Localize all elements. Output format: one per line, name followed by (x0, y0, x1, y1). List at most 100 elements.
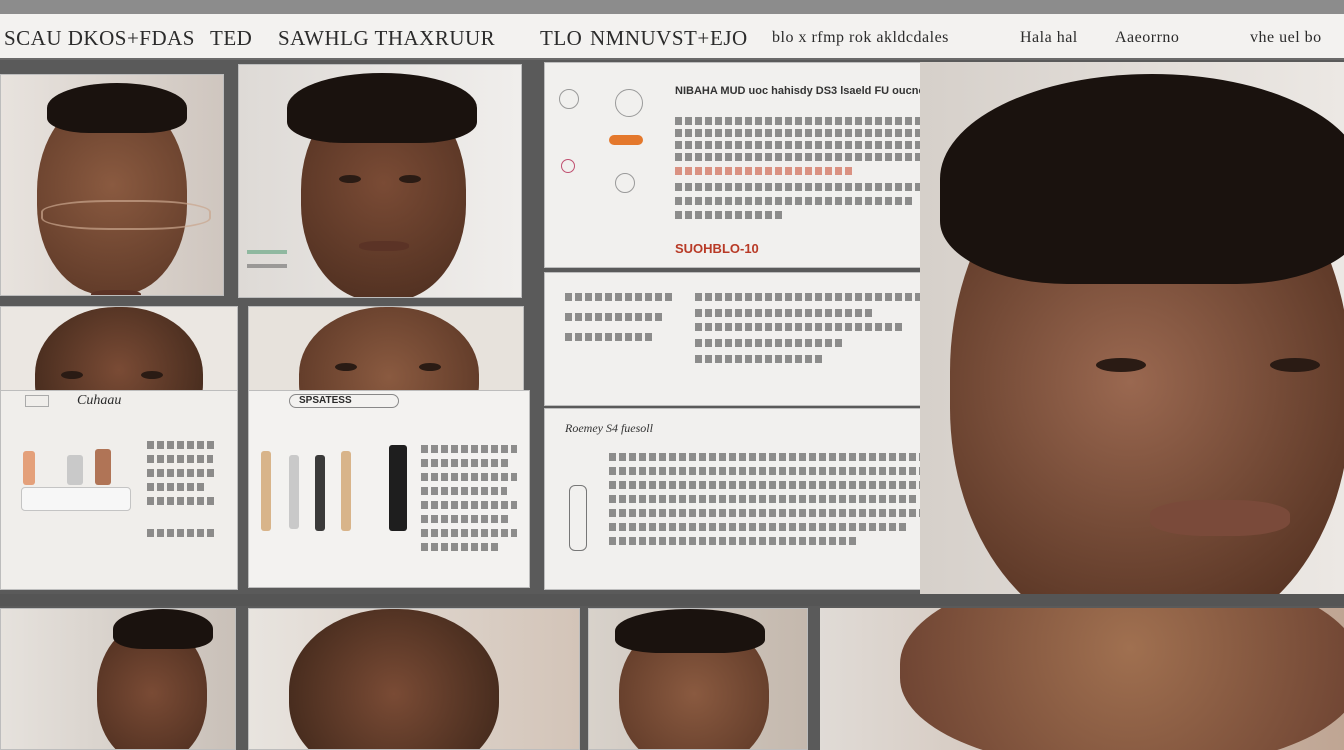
text-line (695, 323, 905, 331)
text-line (147, 497, 215, 505)
bottle-icon (341, 451, 351, 531)
bottle-icon (389, 445, 407, 531)
diagram-icon (615, 89, 643, 117)
text-line (147, 469, 217, 477)
text-line (675, 117, 945, 125)
text-line (675, 183, 925, 191)
text-line (421, 487, 507, 495)
text-line (675, 211, 785, 219)
text-line (147, 529, 215, 537)
text-line (421, 445, 517, 453)
eye-right (1270, 358, 1320, 372)
doc-highlight: SUOHBLO-10 (675, 241, 759, 256)
bottle-icon (261, 451, 271, 531)
mouth-1 (91, 290, 141, 295)
text-line (675, 197, 915, 205)
bottle-icon (67, 455, 83, 485)
photo-panel-1[interactable] (0, 74, 224, 296)
eye-left (61, 371, 83, 379)
text-line (675, 153, 925, 161)
text-line (565, 313, 665, 321)
doc-top-heading: NIBAHA MUD uoc hahisdy DS3 lsaeld FU ouc… (675, 85, 948, 97)
diagram-icon (615, 173, 635, 193)
text-line (147, 441, 217, 449)
tray-icon (21, 487, 131, 511)
diagram-icon (561, 159, 575, 173)
panel-caption: Cuhaau (77, 393, 122, 408)
hair-2 (287, 73, 477, 143)
checkbox-icon[interactable] (25, 395, 49, 407)
divider (0, 594, 1344, 606)
text-line (609, 481, 939, 489)
highlight-line (675, 167, 855, 175)
bottle-icon (23, 451, 35, 485)
text-line (421, 459, 511, 467)
eye-left (339, 175, 361, 183)
text-line (421, 515, 511, 523)
photo-panel-4[interactable] (248, 306, 524, 392)
hair-large (940, 74, 1344, 284)
hair-5 (113, 609, 213, 649)
face-mask-overlay (41, 200, 211, 230)
text-line (421, 529, 517, 537)
text-line (675, 129, 935, 137)
tab-1[interactable]: SCAU DKOS+FDAS (4, 26, 195, 51)
photo-panel-2[interactable] (238, 64, 522, 298)
tab-8[interactable]: Hala hal (1020, 29, 1078, 47)
text-line (609, 537, 859, 545)
photo-panel-3[interactable] (0, 306, 238, 392)
bottle-icon (95, 449, 111, 485)
doc-panel-top[interactable]: NIBAHA MUD uoc hahisdy DS3 lsaeld FU ouc… (544, 62, 948, 268)
product-notes (147, 441, 227, 541)
tab-7[interactable]: blo x rfmp rok akldcdales (772, 29, 949, 47)
text-line (147, 455, 213, 463)
bottle-icon (289, 455, 299, 529)
tab-strip: SCAU DKOS+FDAS TED SAWHLG THAXRUUR TLO N… (0, 18, 1344, 58)
eye-right (399, 175, 421, 183)
text-line (695, 355, 825, 363)
bottle-icon (315, 455, 325, 531)
mouth-2 (359, 241, 409, 251)
tab-9[interactable]: Aaeorrno (1115, 29, 1179, 47)
tab-6[interactable]: EJO (710, 26, 748, 51)
text-line (609, 495, 919, 503)
tab-10[interactable]: vhe uel bo (1250, 29, 1322, 47)
photo-panel-5[interactable] (0, 608, 236, 750)
photo-panel-8[interactable] (820, 608, 1344, 750)
text-line (675, 141, 940, 149)
text-line (695, 293, 935, 301)
text-line (565, 333, 655, 341)
photo-panel-large[interactable] (920, 62, 1344, 594)
tab-5[interactable]: NMNUVST+ (590, 26, 710, 51)
text-line (565, 293, 675, 301)
eye-left (1096, 358, 1146, 372)
top-bar: SCAU DKOS+FDAS TED SAWHLG THAXRUUR TLO N… (0, 0, 1344, 60)
text-line (609, 509, 939, 517)
photo-panel-7[interactable] (588, 608, 808, 750)
product-panel-2[interactable]: SPSATESS (248, 390, 530, 588)
eye-right (419, 363, 441, 371)
diagram-icon (559, 89, 579, 109)
hair-7 (615, 609, 765, 653)
tab-3[interactable]: SAWHLG THAXRUUR (278, 26, 495, 51)
photo-panel-6[interactable] (248, 608, 580, 750)
text-line (609, 467, 929, 475)
doc-panel-bottom[interactable]: Roemey S4 fuesoll (544, 408, 948, 590)
text-line (695, 309, 875, 317)
doc-panel-middle[interactable] (544, 272, 948, 406)
face-6 (289, 609, 499, 749)
text-line (609, 523, 909, 531)
text-line (609, 453, 939, 461)
mouth-large (1150, 500, 1290, 536)
product-panel-1[interactable]: Cuhaau (0, 390, 238, 590)
eye-left (335, 363, 357, 371)
tab-2[interactable]: TED (210, 26, 252, 51)
teal-marker (247, 250, 287, 254)
text-line (695, 339, 845, 347)
text-line (421, 473, 517, 481)
face-4 (299, 307, 479, 391)
tab-4[interactable]: TLO (540, 26, 582, 51)
device-icon (569, 485, 587, 551)
shoulder-skin (900, 608, 1344, 750)
text-line (147, 483, 207, 491)
